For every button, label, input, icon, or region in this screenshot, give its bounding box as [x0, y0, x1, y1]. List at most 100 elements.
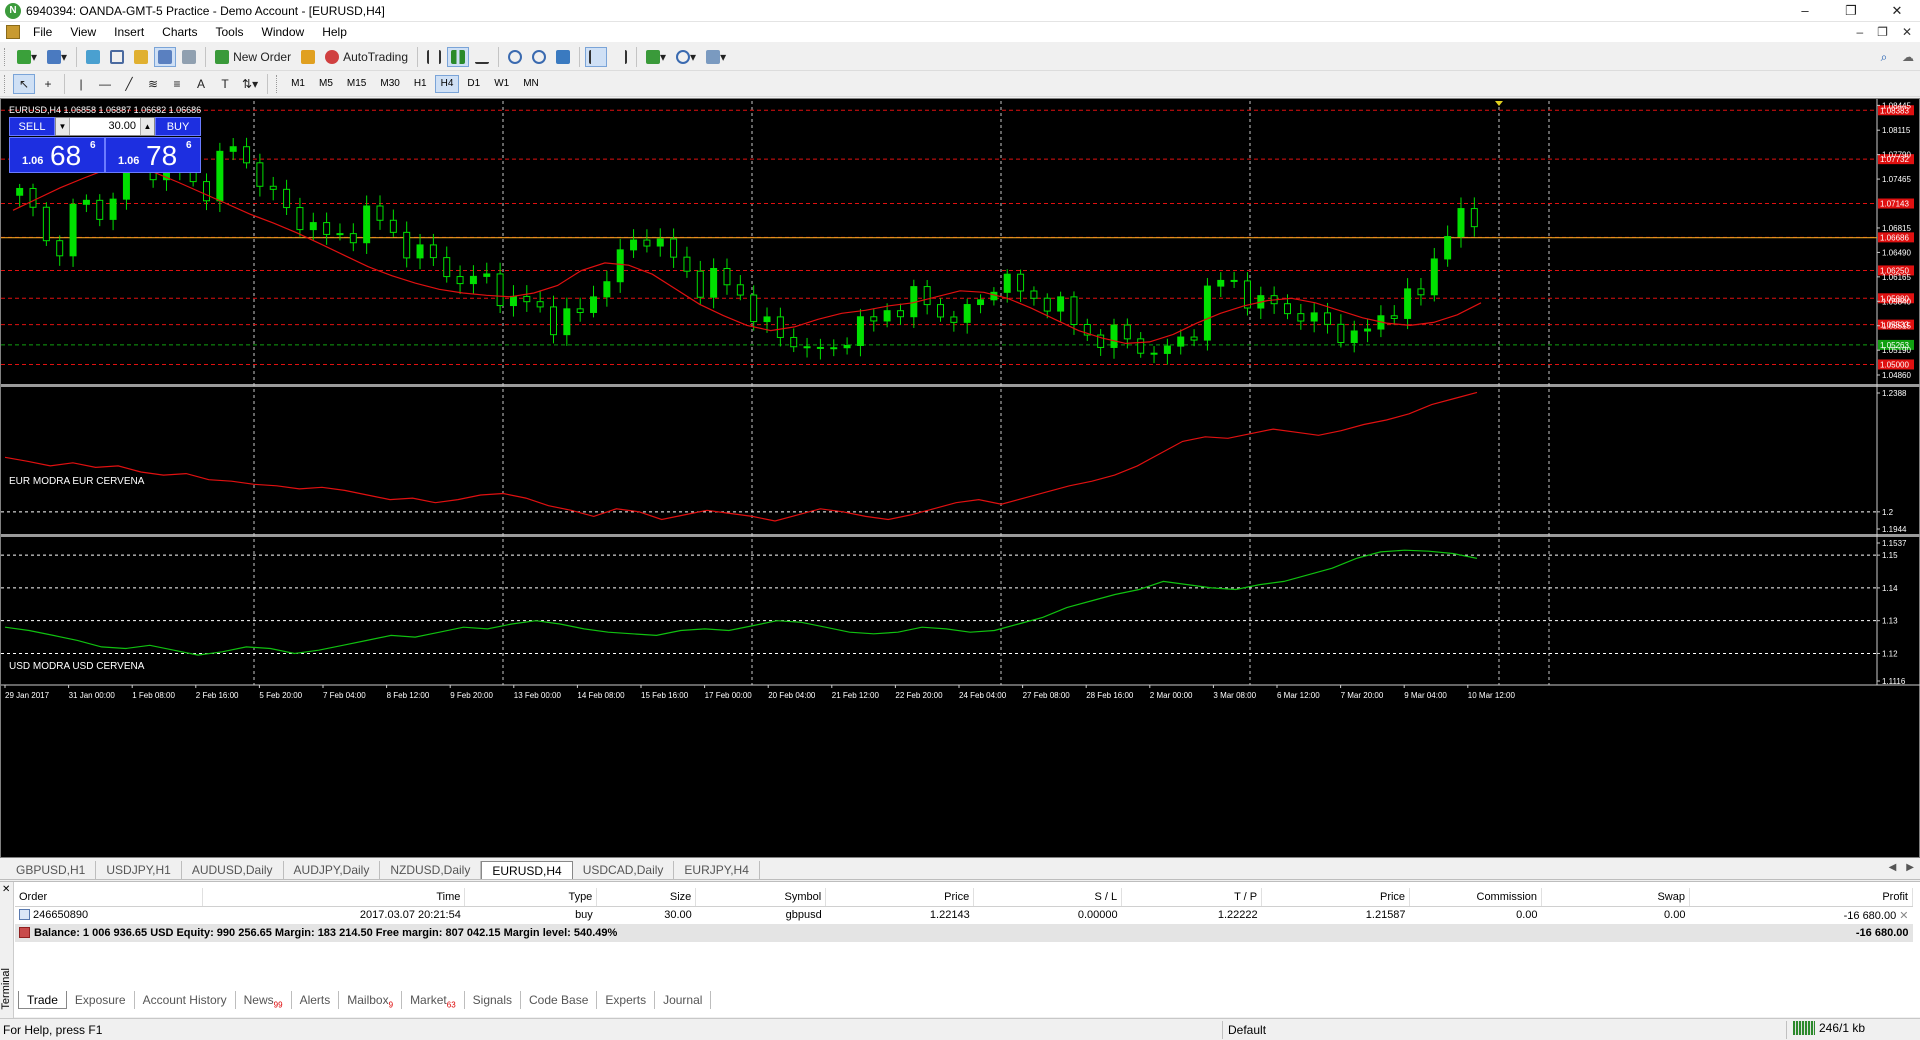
navigator-button[interactable] — [130, 47, 152, 67]
timeframe-mn[interactable]: MN — [517, 75, 545, 93]
col-current-price[interactable]: Price — [1261, 888, 1411, 907]
new-chart-button[interactable]: ▾ — [13, 47, 41, 67]
terminal-close-icon[interactable]: ✕ — [2, 884, 10, 895]
timeframe-m30[interactable]: M30 — [374, 75, 405, 93]
buy-button[interactable]: BUY — [155, 117, 201, 136]
timeframe-m1[interactable]: M1 — [285, 75, 311, 93]
chart-window[interactable]: 1.08383 1.07732 1.07143 1.06686 1.06250 1.058… — [0, 98, 1920, 858]
chart-canvas[interactable]: 1.083831.077321.071431.066861.062501.058… — [1, 99, 1920, 859]
tab-code-base[interactable]: Code Base — [521, 991, 598, 1009]
profiles-button[interactable]: ▾ — [43, 47, 71, 67]
chart-minimize-button[interactable]: – — [1856, 22, 1863, 42]
tab-signals[interactable]: Signals — [465, 991, 522, 1009]
tab-exposure[interactable]: Exposure — [67, 991, 135, 1009]
templates-button[interactable]: ▾ — [702, 47, 730, 67]
data-window-button[interactable] — [106, 47, 128, 67]
menu-view[interactable]: View — [61, 22, 105, 42]
scroll-right-icon[interactable]: ▶ — [1906, 862, 1914, 873]
chart-tab-audusd[interactable]: AUDUSD,Daily — [182, 860, 284, 879]
lot-size-value[interactable]: 30.00 — [70, 118, 140, 135]
sell-quote[interactable]: 1.06 68 6 — [9, 137, 105, 173]
col-time[interactable]: Time — [202, 888, 466, 907]
channel-tool[interactable]: ≋ — [142, 74, 164, 94]
col-swap[interactable]: Swap — [1541, 888, 1690, 907]
chart-tab-eurjpy[interactable]: EURJPY,H4 — [674, 860, 760, 879]
chart-tab-gbpusd[interactable]: GBPUSD,H1 — [6, 860, 97, 879]
menu-tools[interactable]: Tools — [207, 22, 253, 42]
chart-tab-audjpy[interactable]: AUDJPY,Daily — [284, 860, 381, 879]
menu-help[interactable]: Help — [313, 22, 356, 42]
menu-file[interactable]: File — [24, 22, 61, 42]
lot-decrease-icon[interactable]: ▼ — [56, 118, 70, 135]
new-order-button[interactable]: New Order — [211, 47, 295, 67]
tab-experts[interactable]: Experts — [597, 991, 656, 1009]
col-commission[interactable]: Commission — [1409, 888, 1543, 907]
timeframe-m15[interactable]: M15 — [341, 75, 372, 93]
menu-insert[interactable]: Insert — [105, 22, 153, 42]
tab-alerts[interactable]: Alerts — [292, 991, 340, 1009]
timeframe-h4[interactable]: H4 — [434, 75, 460, 93]
chart-tab-eurusd[interactable]: EURUSD,H4 — [481, 860, 573, 879]
horizontal-line-tool[interactable]: — — [94, 74, 116, 94]
timeframe-h1[interactable]: H1 — [408, 75, 433, 93]
timeframe-d1[interactable]: D1 — [461, 75, 486, 93]
crosshair-tool[interactable]: + — [37, 74, 59, 94]
chart-close-button[interactable]: ✕ — [1902, 22, 1912, 42]
market-watch-button[interactable] — [82, 47, 104, 67]
close-order-icon[interactable]: ✕ — [1899, 910, 1908, 922]
table-row[interactable]: 246650890 2017.03.07 20:21:54 buy 30.00 … — [15, 906, 1913, 924]
buy-quote[interactable]: 1.06 78 6 — [105, 137, 201, 173]
col-tp[interactable]: T / P — [1121, 888, 1263, 907]
tab-news[interactable]: News99 — [236, 991, 292, 1009]
tile-windows-button[interactable] — [552, 47, 574, 67]
arrows-tool[interactable]: ⇅ ▾ — [238, 74, 262, 94]
col-sl[interactable]: S / L — [973, 888, 1123, 907]
col-order[interactable]: Order — [15, 888, 204, 907]
toolbar-grip[interactable] — [4, 75, 7, 93]
chart-shift-button[interactable] — [609, 47, 631, 67]
community-button[interactable]: ☁ — [1897, 47, 1919, 67]
col-symbol[interactable]: Symbol — [695, 888, 827, 907]
indicators-button[interactable]: ▾ — [642, 47, 670, 67]
timeframe-m5[interactable]: M5 — [313, 75, 339, 93]
menu-window[interactable]: Window — [253, 22, 314, 42]
tab-account-history[interactable]: Account History — [135, 991, 236, 1009]
menu-charts[interactable]: Charts — [153, 22, 206, 42]
chart-tab-usdjpy[interactable]: USDJPY,H1 — [96, 860, 182, 879]
zoom-in-button[interactable] — [504, 47, 526, 67]
profile-name[interactable]: Default — [1228, 1023, 1266, 1037]
tab-journal[interactable]: Journal — [655, 991, 712, 1009]
close-button[interactable]: ✕ — [1874, 0, 1920, 22]
line-chart-button[interactable] — [471, 47, 493, 67]
auto-scroll-button[interactable] — [585, 47, 608, 67]
vertical-line-tool[interactable]: | — [70, 74, 92, 94]
zoom-out-button[interactable] — [528, 47, 550, 67]
connection-status[interactable]: 246/1 kb — [1793, 1021, 1865, 1035]
autotrading-button[interactable]: AutoTrading — [321, 47, 412, 67]
candlestick-button[interactable] — [447, 47, 470, 67]
col-size[interactable]: Size — [596, 888, 697, 907]
tab-market[interactable]: Market63 — [402, 991, 465, 1009]
col-profit[interactable]: Profit — [1689, 888, 1914, 907]
sell-button[interactable]: SELL — [9, 117, 55, 136]
metaeditor-button[interactable] — [297, 47, 319, 67]
strategy-tester-button[interactable] — [178, 47, 200, 67]
chart-tab-nzdusd[interactable]: NZDUSD,Daily — [380, 860, 482, 879]
fibonacci-tool[interactable]: ≡ — [166, 74, 188, 94]
trendline-tool[interactable]: ╱ — [118, 74, 140, 94]
text-tool[interactable]: A — [190, 74, 212, 94]
cursor-tool[interactable]: ↖ — [13, 74, 35, 94]
chart-window-icon[interactable] — [6, 25, 20, 39]
timeframe-w1[interactable]: W1 — [488, 75, 515, 93]
tab-trade[interactable]: Trade — [18, 991, 67, 1009]
search-button[interactable]: ⌕ — [1873, 47, 1895, 67]
col-type[interactable]: Type — [464, 888, 598, 907]
terminal-button[interactable] — [154, 47, 177, 67]
bar-chart-button[interactable] — [423, 47, 445, 67]
toolbar-grip[interactable] — [276, 75, 279, 93]
periods-button[interactable]: ▾ — [672, 47, 700, 67]
text-label-tool[interactable]: T — [214, 74, 236, 94]
scroll-left-icon[interactable]: ◀ — [1889, 862, 1897, 873]
col-price[interactable]: Price — [825, 888, 975, 907]
lot-size-field[interactable]: ▼ 30.00 ▲ — [55, 117, 155, 136]
